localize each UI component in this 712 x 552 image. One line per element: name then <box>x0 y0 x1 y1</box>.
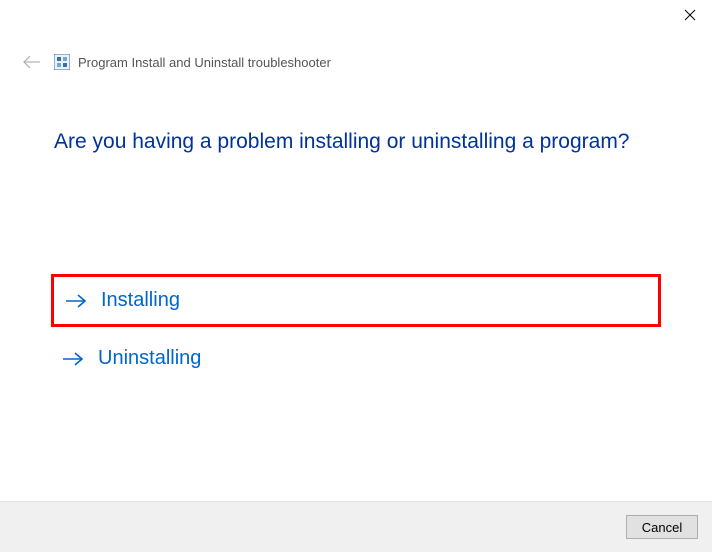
app-icon <box>54 54 70 70</box>
back-button[interactable] <box>20 50 44 74</box>
close-icon <box>684 9 696 21</box>
option-label: Installing <box>101 289 180 312</box>
titlebar <box>0 0 712 32</box>
arrow-right-icon <box>62 351 84 367</box>
arrow-right-icon <box>65 293 87 309</box>
option-installing[interactable]: Installing <box>51 274 661 327</box>
close-button[interactable] <box>667 0 712 30</box>
wizard-footer: Cancel <box>0 501 712 552</box>
cancel-label: Cancel <box>642 520 682 535</box>
wizard-header: Program Install and Uninstall troublesho… <box>0 32 712 74</box>
option-uninstalling[interactable]: Uninstalling <box>54 337 658 380</box>
wizard-question: Are you having a problem installing or u… <box>54 130 658 154</box>
wizard-title: Program Install and Uninstall troublesho… <box>78 55 331 70</box>
back-arrow-icon <box>22 55 42 69</box>
wizard-content: Are you having a problem installing or u… <box>0 130 712 380</box>
cancel-button[interactable]: Cancel <box>626 515 698 539</box>
option-label: Uninstalling <box>98 347 201 370</box>
